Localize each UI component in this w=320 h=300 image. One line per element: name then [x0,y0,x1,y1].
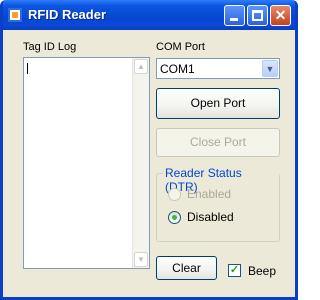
app-icon[interactable] [8,8,22,22]
minimize-icon [230,18,238,21]
tag-log-textarea[interactable]: ▲ ▼ [23,57,150,269]
com-port-select[interactable]: COM1 ▼ [156,58,280,79]
maximize-button[interactable] [247,5,268,26]
dropdown-arrow-icon[interactable]: ▼ [262,60,278,77]
com-port-label: COM Port [156,41,205,53]
close-button[interactable]: ✕ [270,5,291,26]
com-port-value: COM1 [160,62,195,76]
disabled-radio[interactable] [168,211,181,224]
close-icon: ✕ [274,7,287,23]
disabled-radio-label: Disabled [187,210,234,224]
text-caret [27,63,28,74]
title-bar[interactable]: RFID Reader ✕ [3,0,295,30]
tag-log-label: Tag ID Log [23,41,77,53]
scroll-up-icon[interactable]: ▲ [134,59,148,74]
radio-selected-dot [172,215,177,220]
minimize-button[interactable] [224,5,245,26]
log-scrollbar[interactable]: ▲ ▼ [132,58,149,268]
maximize-icon [252,10,263,21]
beep-checkbox[interactable]: ✓ [228,264,241,277]
app-window: RFID Reader ✕ Tag ID Log ▲ ▼ COM Port CO… [0,0,298,300]
scroll-down-icon[interactable]: ▼ [134,252,148,267]
open-port-button[interactable]: Open Port [156,88,280,119]
enabled-radio[interactable] [168,188,181,201]
checkmark-icon: ✓ [229,264,240,276]
clear-button[interactable]: Clear [156,256,217,280]
close-port-button[interactable]: Close Port [156,128,280,157]
beep-label: Beep [248,264,277,278]
enabled-radio-label: Enabled [187,187,232,201]
window-title: RFID Reader [28,7,107,22]
reader-status-group: Reader Status (DTR) Enabled Disabled [156,166,280,242]
